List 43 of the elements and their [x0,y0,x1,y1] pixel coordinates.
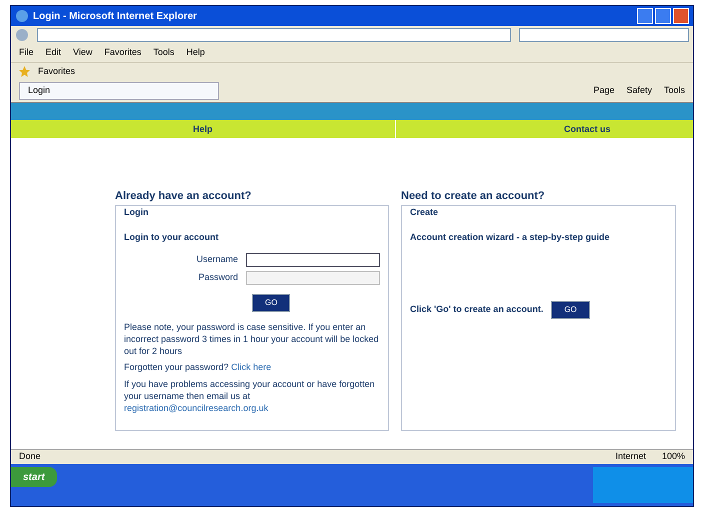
click-here-link[interactable]: Click here [231,362,272,372]
forgot-text: Forgotten your password? Click here [124,360,272,374]
menu-item[interactable]: Tools [153,46,174,60]
field-label: Password [197,270,238,284]
status-text: Done [19,450,41,464]
star-icon [19,66,30,77]
input-field[interactable] [246,252,380,266]
section-heading: Need to create an account? [401,189,546,204]
create-prompt: Click 'Go' to create an account. [410,302,544,316]
go-button[interactable]: GO [551,300,590,318]
panel-legend: Create [410,206,667,219]
field-label: Username [195,252,238,266]
menu-item[interactable]: File [19,46,34,60]
help-text: If you have problems accessing your account or have forgotten your username then email us at registration@councilresearch.org.uk [124,378,376,414]
nav-link[interactable]: Contact us [396,120,693,138]
browser-icon [15,9,29,23]
maximize-button[interactable] [655,8,671,24]
zoom-level[interactable]: 100% [662,450,685,464]
menu-item[interactable]: View [73,46,92,60]
panel-legend: Login [124,206,380,219]
menu-item[interactable]: Edit [46,46,62,60]
menu-item[interactable]: Help [186,46,205,60]
address-field[interactable] [37,28,511,42]
search-field[interactable] [519,28,689,42]
menu-item[interactable]: Favorites [104,46,142,60]
panel-title: Login to your account [124,231,220,244]
toolbar-menu[interactable]: Tools [664,84,685,98]
window-title: Login - Microsoft Internet Explorer [33,10,197,24]
go-button[interactable]: GO [252,294,290,312]
toolbar-menu[interactable]: Safety [626,84,652,98]
browser-tab[interactable]: Login [19,82,219,100]
nav-link[interactable]: Help [11,120,396,138]
panel-title: Account creation wizard - a step-by-step guide [410,231,611,244]
minimize-button[interactable] [637,8,653,24]
close-button[interactable] [673,8,689,24]
zone-label: Internet [615,450,646,464]
email-link[interactable]: registration@councilresearch.org.uk [124,403,268,413]
input-field[interactable] [246,270,380,284]
favorites-button[interactable]: Favorites [38,64,76,78]
start-button[interactable]: start [11,467,57,487]
section-heading: Already have an account? [115,189,252,204]
toolbar-menu[interactable]: Page [593,84,614,98]
password-note: Please note, your password is case sensitive. If you enter an incorrect password 3 times in 1 hour your account will be locked out for 2 hours [124,320,380,356]
